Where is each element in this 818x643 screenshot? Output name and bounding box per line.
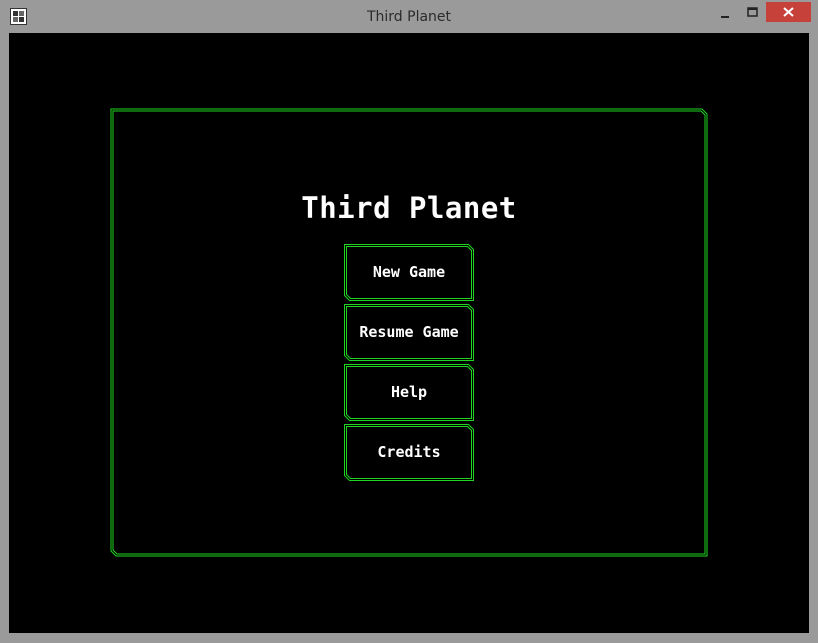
credits-button[interactable]: Credits [344, 424, 474, 481]
help-label: Help [390, 383, 428, 401]
maximize-icon [747, 7, 758, 17]
game-title: Third Planet [301, 191, 517, 225]
resume-game-button[interactable]: Resume Game [344, 304, 474, 361]
resume-game-label: Resume Game [359, 323, 459, 341]
new-game-button[interactable]: New Game [344, 244, 474, 301]
credits-label: Credits [377, 443, 441, 461]
minimize-button[interactable] [712, 2, 739, 22]
minimize-icon [721, 16, 729, 18]
maximize-button[interactable] [739, 2, 766, 22]
app-window: Third Planet Third Planet New Game Resum… [0, 0, 818, 643]
title-bar[interactable]: Third Planet [0, 0, 818, 32]
close-button[interactable] [766, 2, 811, 22]
window-title: Third Planet [366, 9, 452, 25]
new-game-label: New Game [372, 263, 446, 281]
close-icon [783, 7, 794, 17]
help-button[interactable]: Help [344, 364, 474, 421]
game-viewport: Third Planet New Game Resume Game Help C… [9, 33, 809, 633]
